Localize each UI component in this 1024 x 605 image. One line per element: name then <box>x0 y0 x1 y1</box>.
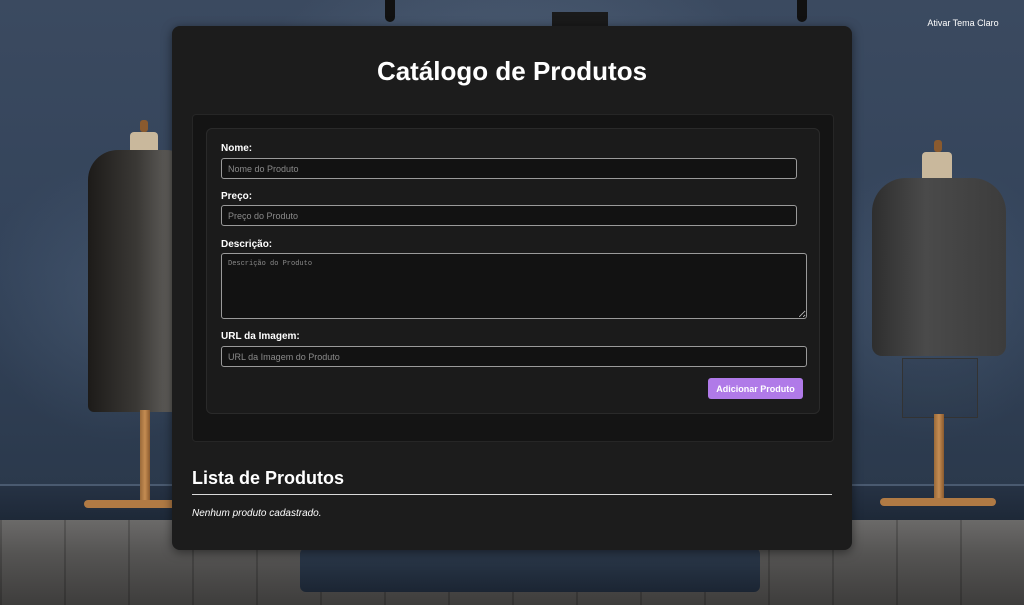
page-title: Catálogo de Produtos <box>376 56 648 86</box>
divider <box>192 494 832 495</box>
mannequin-base <box>880 498 996 506</box>
sweater-mannequin <box>872 178 1006 356</box>
name-input[interactable] <box>221 158 797 179</box>
theme-toggle-button[interactable]: Ativar Tema Claro <box>918 12 1008 34</box>
ceiling-lamp <box>797 0 807 22</box>
catalog-card: Catálogo de Produtos Nome: Preço: Descri… <box>172 26 852 550</box>
name-label: Nome: <box>221 143 253 154</box>
mannequin-knob <box>140 120 148 132</box>
product-form-section: Nome: Preço: Descrição: URL da Imagem: A… <box>192 114 834 442</box>
image-url-input[interactable] <box>221 346 807 367</box>
display-stage <box>300 548 760 592</box>
description-label: Descrição: <box>221 239 273 250</box>
price-label: Preço: <box>221 191 253 202</box>
description-textarea[interactable] <box>221 253 807 319</box>
ceiling-lamp <box>385 0 395 22</box>
product-form: Nome: Preço: Descrição: URL da Imagem: A… <box>206 128 820 414</box>
image-url-label: URL da Imagem: <box>221 331 300 342</box>
ceiling-fixture <box>552 12 608 26</box>
add-product-button[interactable]: Adicionar Produto <box>708 378 803 399</box>
empty-list-message: Nenhum produto cadastrado. <box>192 508 322 519</box>
mannequin-knob <box>934 140 942 152</box>
price-input[interactable] <box>221 205 797 226</box>
product-list-title: Lista de Produtos <box>192 468 345 488</box>
mannequin-stand <box>140 410 150 502</box>
mannequin-stand <box>934 414 944 500</box>
mannequin-cage <box>902 358 978 418</box>
